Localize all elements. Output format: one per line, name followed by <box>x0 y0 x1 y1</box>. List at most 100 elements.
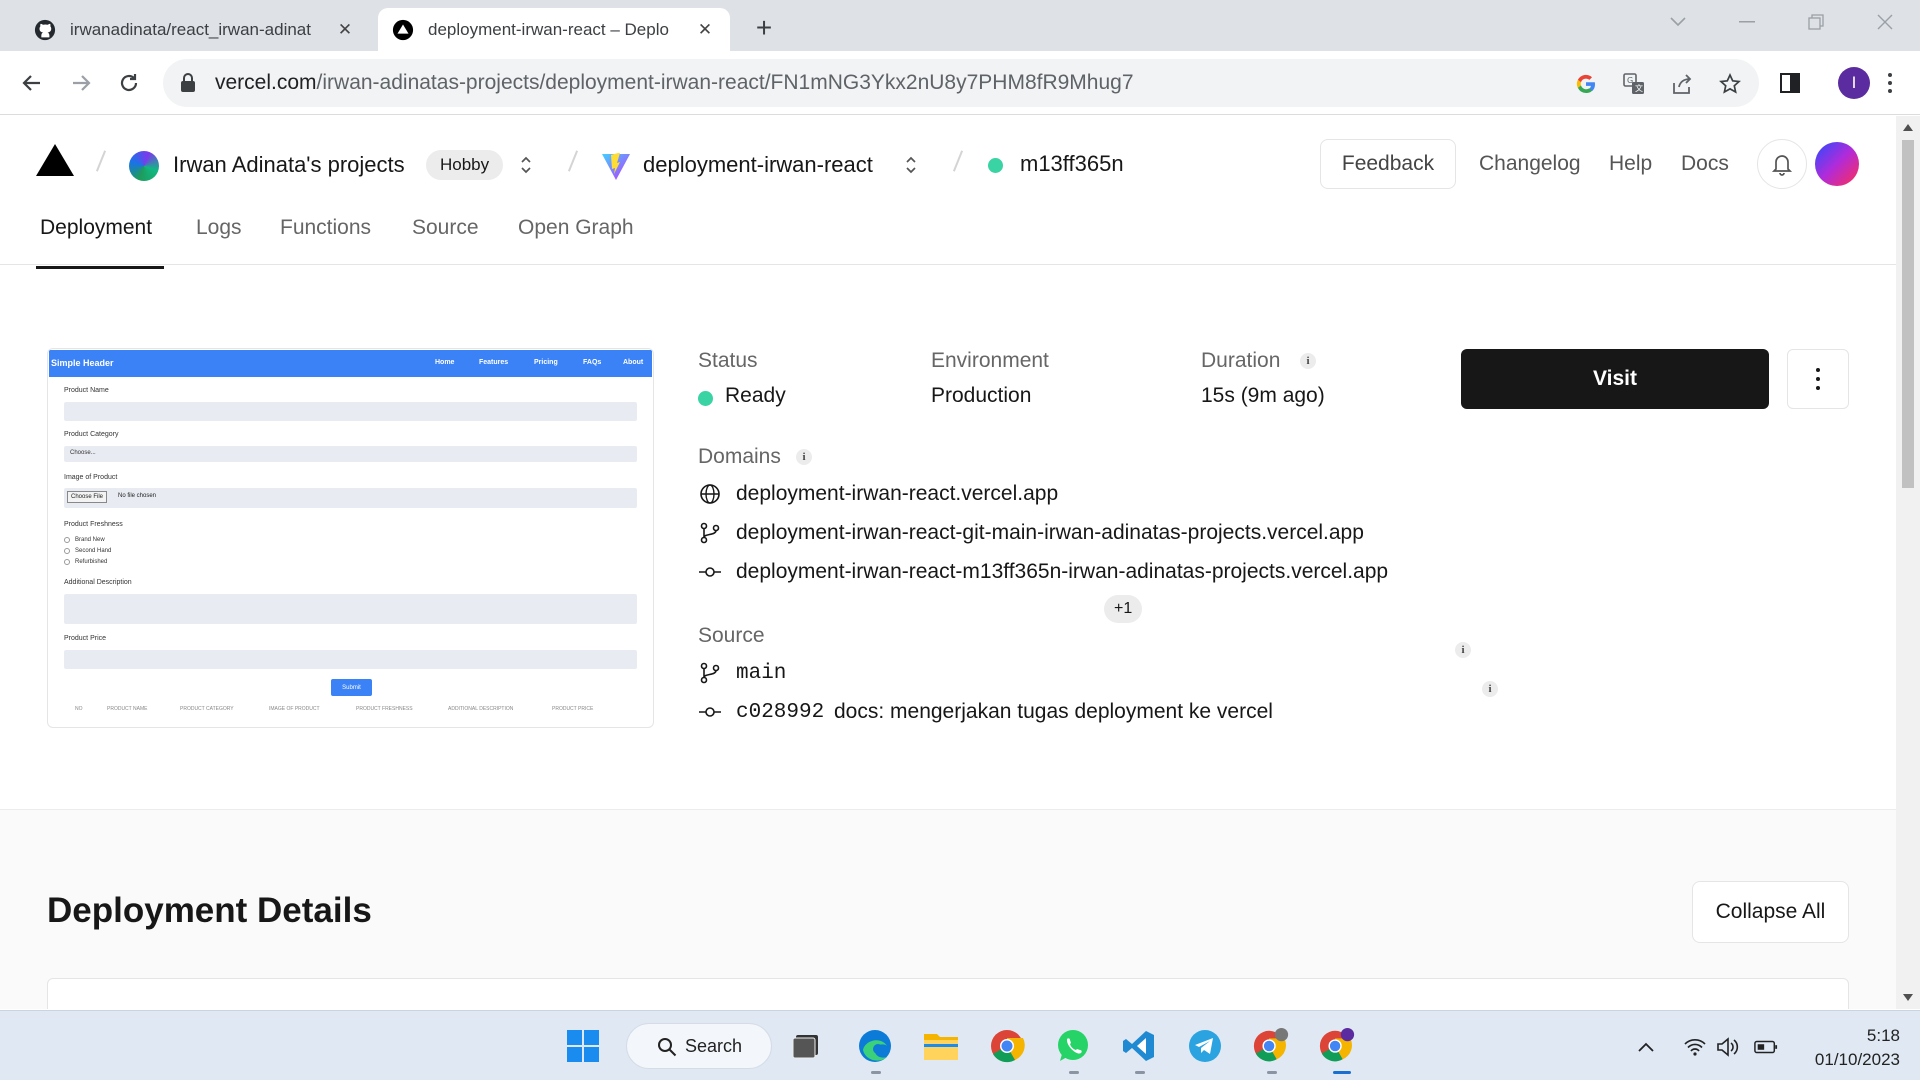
info-icon[interactable]: i <box>1300 353 1316 369</box>
chevron-up-icon[interactable] <box>1634 1035 1658 1059</box>
vercel-favicon-icon <box>392 19 414 41</box>
side-panel-icon[interactable] <box>1772 65 1808 101</box>
google-icon[interactable] <box>1573 71 1599 97</box>
plan-badge: Hobby <box>426 150 504 180</box>
close-icon[interactable]: ✕ <box>694 19 716 41</box>
tab-source[interactable]: Source <box>412 216 479 240</box>
preview-column-header: PRODUCT FRESHNESS <box>356 706 413 712</box>
preview-column-header: NO <box>75 706 83 712</box>
page-scrollbar[interactable] <box>1896 116 1920 1009</box>
restore-icon[interactable] <box>1802 8 1830 36</box>
scrollbar-thumb[interactable] <box>1902 140 1914 488</box>
svg-text:文: 文 <box>1635 83 1643 93</box>
info-icon[interactable]: i <box>1455 642 1471 658</box>
volume-icon[interactable] <box>1716 1035 1740 1059</box>
browser-tab-github[interactable]: irwanadinata/react_irwan-adinat ✕ <box>20 8 370 51</box>
scroll-down-icon[interactable] <box>1903 994 1913 1001</box>
url-text[interactable]: vercel.com/irwan-adinatas-projects/deplo… <box>215 71 1134 95</box>
whatsapp-icon[interactable] <box>1054 1027 1092 1065</box>
changelog-link[interactable]: Changelog <box>1479 152 1581 176</box>
windows-start-icon[interactable] <box>564 1027 602 1065</box>
project-switcher-icon[interactable] <box>904 150 918 180</box>
commit-hash[interactable]: c028992 <box>736 701 824 724</box>
wifi-icon[interactable] <box>1683 1035 1707 1059</box>
browser-profile-avatar[interactable]: I <box>1838 67 1870 99</box>
vscode-icon[interactable] <box>1120 1027 1158 1065</box>
chrome-icon[interactable] <box>988 1027 1026 1065</box>
tab-logs[interactable]: Logs <box>196 216 242 240</box>
battery-icon[interactable] <box>1754 1035 1778 1059</box>
browser-tab-bar: irwanadinata/react_irwan-adinat ✕ deploy… <box>0 0 1920 51</box>
feedback-button[interactable]: Feedback <box>1320 139 1456 189</box>
tab-open-graph[interactable]: Open Graph <box>518 216 634 240</box>
user-avatar[interactable] <box>1815 142 1859 186</box>
duration-value: 15s (9m ago) <box>1201 384 1325 407</box>
close-icon[interactable]: ✕ <box>334 19 356 41</box>
tab-search-chevron-icon[interactable] <box>1664 8 1692 36</box>
info-icon[interactable]: i <box>1482 681 1498 697</box>
forward-arrow-icon[interactable] <box>63 65 99 101</box>
preview-label: Image of Product <box>64 474 118 481</box>
team-name[interactable]: Irwan Adinata's projects <box>173 152 405 178</box>
docs-link[interactable]: Docs <box>1681 152 1729 176</box>
domain-link[interactable]: deployment-irwan-react-m13ff365n-irwan-a… <box>736 560 1388 584</box>
translate-icon[interactable]: G文 <box>1621 71 1647 97</box>
domain-link[interactable]: deployment-irwan-react.vercel.app <box>736 482 1058 506</box>
scroll-up-icon[interactable] <box>1903 124 1913 131</box>
preview-column-header: IMAGE OF PRODUCT <box>269 706 320 712</box>
taskbar-search[interactable]: Search <box>626 1023 772 1069</box>
system-clock[interactable]: 5:18 01/10/2023 <box>1800 1024 1900 1072</box>
preview-label: Additional Description <box>64 579 132 586</box>
telegram-icon[interactable] <box>1186 1027 1224 1065</box>
back-arrow-icon[interactable] <box>14 65 50 101</box>
notifications-bell-icon[interactable] <box>1757 139 1807 189</box>
project-name[interactable]: deployment-irwan-react <box>643 152 873 178</box>
visit-button[interactable]: Visit <box>1461 349 1769 409</box>
commit-message[interactable]: docs: mengerjakan tugas deployment ke ve… <box>834 700 1273 724</box>
minimize-icon[interactable] <box>1733 8 1761 36</box>
browser-menu-icon[interactable] <box>1880 65 1900 101</box>
globe-icon <box>698 482 722 506</box>
share-icon[interactable] <box>1669 71 1695 97</box>
more-options-icon[interactable] <box>1787 349 1849 409</box>
preview-label: Product Freshness <box>64 521 123 528</box>
edge-icon[interactable] <box>856 1027 894 1065</box>
vercel-logo-icon[interactable] <box>36 144 74 181</box>
ready-status-dot <box>698 391 713 406</box>
deployment-id[interactable]: m13ff365n <box>1020 151 1124 177</box>
collapse-all-button[interactable]: Collapse All <box>1692 881 1849 943</box>
chrome-profile-icon[interactable] <box>1252 1027 1290 1065</box>
reload-icon[interactable] <box>111 65 147 101</box>
preview-brand: Simple Header <box>51 358 114 368</box>
help-link[interactable]: Help <box>1609 152 1652 176</box>
file-explorer-icon[interactable] <box>922 1027 960 1065</box>
preview-nav-item: Features <box>479 359 509 366</box>
new-tab-icon[interactable]: + <box>748 12 780 44</box>
duration-label: Duration <box>1201 349 1281 372</box>
clock-time: 5:18 <box>1866 1026 1900 1045</box>
deployment-preview[interactable]: Simple Header Home Features Pricing FAQs… <box>47 348 654 728</box>
task-view-icon[interactable] <box>788 1027 826 1065</box>
deployment-details-title: Deployment Details <box>47 891 372 930</box>
browser-toolbar: vercel.com/irwan-adinatas-projects/deplo… <box>0 51 1920 115</box>
tab-deployment[interactable]: Deployment <box>40 216 152 240</box>
preview-column-header: ADDITIONAL DESCRIPTION <box>448 706 514 712</box>
branch-name[interactable]: main <box>736 662 786 685</box>
browser-tab-vercel[interactable]: deployment-irwan-react – Deplo ✕ <box>378 8 730 51</box>
domain-link[interactable]: deployment-irwan-react-git-main-irwan-ad… <box>736 521 1364 545</box>
tab-functions[interactable]: Functions <box>280 216 371 240</box>
window-close-icon[interactable] <box>1871 8 1899 36</box>
team-switcher-icon[interactable] <box>519 150 533 180</box>
info-icon[interactable]: i <box>796 449 812 465</box>
bookmark-star-icon[interactable] <box>1717 71 1743 97</box>
lock-icon[interactable] <box>179 72 201 94</box>
running-indicator <box>1069 1071 1079 1074</box>
chrome-active-icon[interactable] <box>1318 1027 1356 1065</box>
status-label: Status <box>698 349 758 372</box>
tab-title: irwanadinata/react_irwan-adinat <box>70 19 311 39</box>
address-bar[interactable]: vercel.com/irwan-adinatas-projects/deplo… <box>163 59 1759 107</box>
more-domains-badge[interactable]: +1 <box>1104 595 1143 623</box>
preview-column-header: PRODUCT NAME <box>107 706 148 712</box>
deployment-details-card <box>47 978 1849 1009</box>
team-avatar[interactable] <box>129 151 159 181</box>
